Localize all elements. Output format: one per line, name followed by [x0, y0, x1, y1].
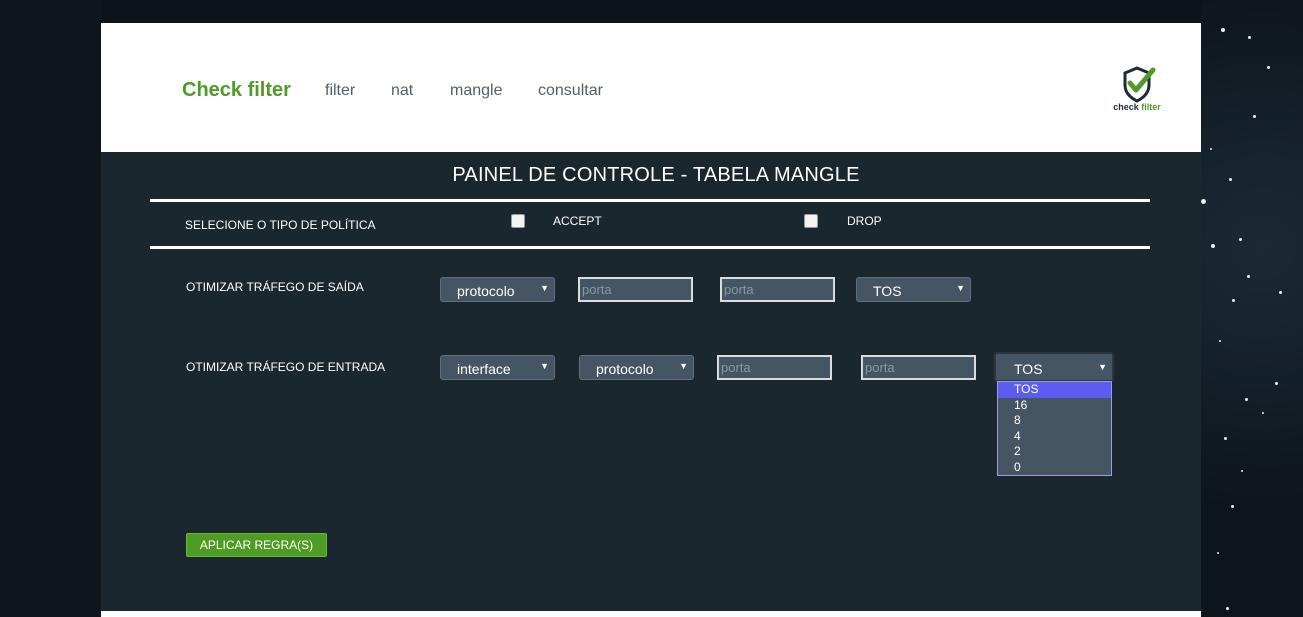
tos-option[interactable]: 0	[998, 460, 1111, 476]
brand-link[interactable]: Check filter	[182, 79, 291, 102]
outbound-tos-select[interactable]: TOS ▼	[856, 277, 971, 302]
star-dot	[1201, 199, 1206, 204]
nav-link-mangle[interactable]: mangle	[450, 82, 502, 100]
accept-label: ACCEPT	[553, 214, 602, 228]
star-dot	[1239, 238, 1242, 241]
divider	[150, 246, 1150, 249]
check-filter-logo: check filter	[1109, 65, 1165, 117]
select-value: interface	[457, 361, 511, 377]
star-dot	[1267, 66, 1270, 69]
star-dot	[1229, 178, 1232, 181]
inbound-interface-select[interactable]: interface ▼	[440, 355, 555, 380]
outbound-port-input-1[interactable]	[578, 277, 693, 302]
nav-link-filter[interactable]: filter	[325, 82, 355, 100]
star-dot	[1253, 115, 1256, 118]
chevron-down-icon: ▼	[956, 283, 965, 293]
outbound-label: OTIMIZAR TRÁFEGO DE SAÍDA	[186, 280, 364, 294]
star-dot	[1210, 148, 1212, 150]
star-dot	[1221, 28, 1225, 32]
select-value: TOS	[1014, 361, 1043, 377]
tos-option[interactable]: 2	[998, 444, 1111, 460]
main-container: Check filter filter nat mangle consultar…	[101, 23, 1201, 617]
divider	[150, 199, 1150, 202]
tos-option[interactable]: 4	[998, 429, 1111, 445]
outbound-port-input-2[interactable]	[720, 277, 835, 302]
tos-option[interactable]: 8	[998, 413, 1111, 429]
star-dot	[1231, 505, 1234, 508]
outbound-protocol-select[interactable]: protocolo ▼	[440, 277, 555, 302]
star-dot	[1262, 412, 1264, 414]
shield-check-icon	[1123, 66, 1156, 103]
star-dot	[1245, 398, 1248, 401]
page-background-left	[0, 0, 101, 617]
select-value: protocolo	[457, 283, 515, 299]
star-dot	[1247, 275, 1250, 278]
inbound-protocol-select[interactable]: protocolo ▼	[579, 355, 694, 380]
chevron-down-icon: ▼	[1098, 362, 1107, 372]
chevron-down-icon: ▼	[679, 361, 688, 371]
inbound-tos-select[interactable]: TOS ▼	[994, 352, 1114, 382]
footer-strip	[101, 611, 1201, 617]
select-value: protocolo	[596, 361, 654, 377]
chevron-down-icon: ▼	[540, 361, 549, 371]
select-value: TOS	[873, 283, 902, 299]
inbound-port-input-1[interactable]	[717, 355, 832, 380]
star-dot	[1241, 470, 1243, 472]
drop-checkbox[interactable]	[804, 214, 818, 228]
tos-option[interactable]: TOS	[998, 382, 1111, 398]
nav-link-consultar[interactable]: consultar	[538, 82, 603, 100]
page-background-space	[1201, 0, 1303, 617]
star-dot	[1275, 382, 1278, 385]
navbar: Check filter filter nat mangle consultar…	[101, 23, 1201, 152]
apply-rules-button[interactable]: APLICAR REGRA(S)	[186, 533, 327, 557]
tos-dropdown-list: TOS 16 8 4 2 0	[997, 381, 1112, 476]
star-dot	[1232, 299, 1235, 302]
logo-text: check filter	[1113, 102, 1161, 112]
accept-checkbox[interactable]	[511, 214, 525, 228]
chevron-down-icon: ▼	[540, 283, 549, 293]
star-dot	[1211, 244, 1215, 248]
star-dot	[1226, 607, 1229, 610]
control-panel: PAINEL DE CONTROLE - TABELA MANGLE SELEC…	[101, 152, 1201, 611]
drop-label: DROP	[847, 214, 882, 228]
star-dot	[1224, 437, 1227, 440]
tos-option[interactable]: 16	[998, 398, 1111, 414]
star-dot	[1279, 291, 1282, 294]
star-dot	[1248, 36, 1251, 39]
panel-title: PAINEL DE CONTROLE - TABELA MANGLE	[452, 164, 860, 186]
star-dot	[1217, 552, 1219, 554]
inbound-label: OTIMIZAR TRÁFEGO DE ENTRADA	[186, 360, 386, 374]
policy-label: SELECIONE O TIPO DE POLÍTICA	[185, 218, 376, 232]
star-dot	[1219, 340, 1221, 342]
inbound-port-input-2[interactable]	[861, 355, 976, 380]
nav-link-nat[interactable]: nat	[391, 82, 413, 100]
